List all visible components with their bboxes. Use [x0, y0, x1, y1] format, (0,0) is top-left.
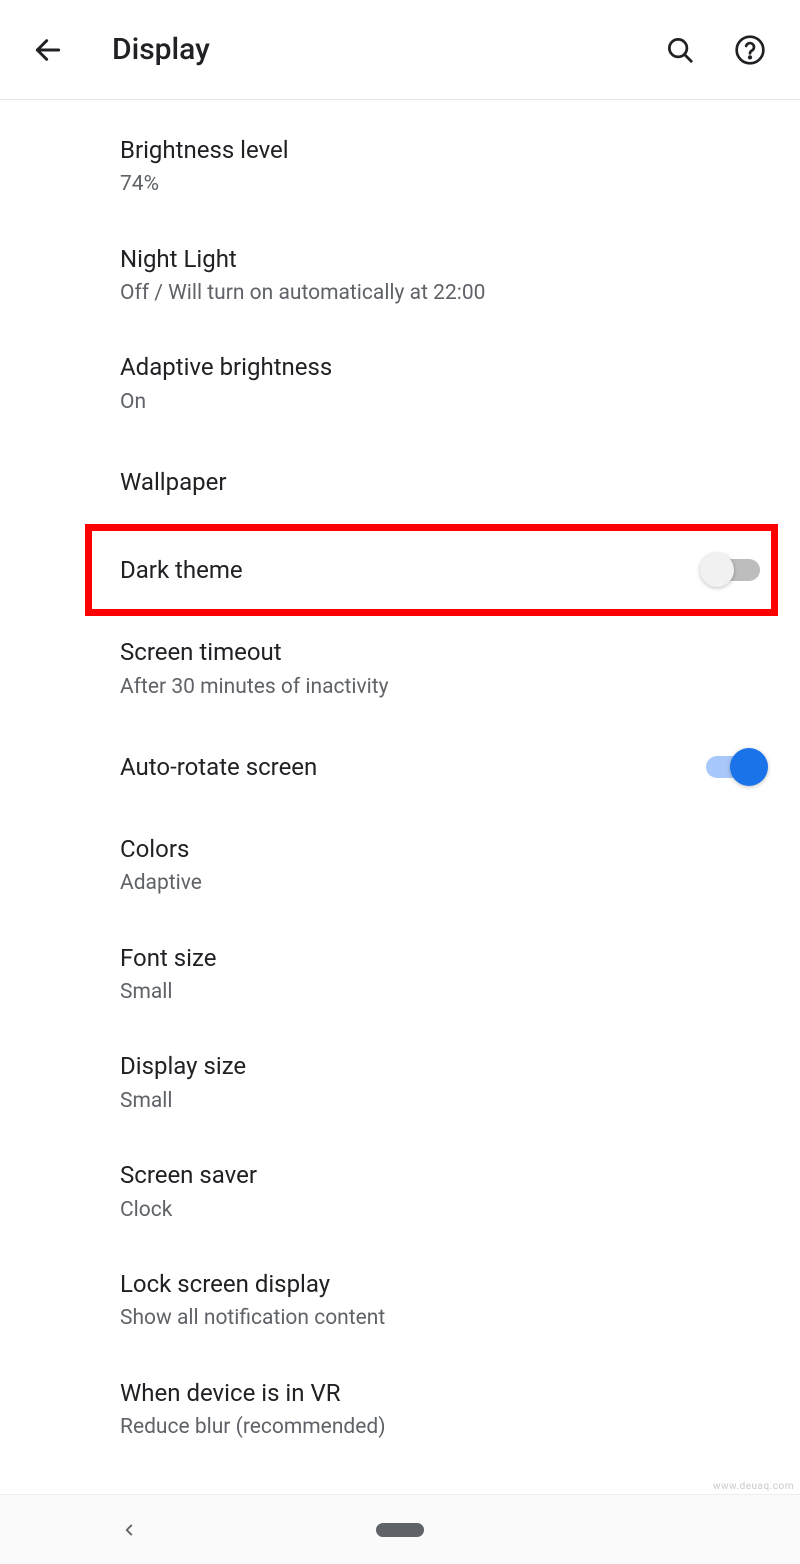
setting-row-lock-screen-display[interactable]: Lock screen display Show all notification…	[0, 1246, 800, 1355]
back-button[interactable]	[24, 26, 72, 74]
search-button[interactable]	[654, 24, 706, 76]
toggle-knob	[700, 553, 734, 587]
toggle-knob	[730, 748, 768, 786]
help-icon	[734, 34, 766, 66]
setting-row-screen-timeout[interactable]: Screen timeout After 30 minutes of inacti…	[0, 614, 800, 723]
toggle-auto-rotate[interactable]	[706, 756, 760, 778]
setting-text: Dark theme	[120, 554, 706, 586]
setting-text: Screen timeout After 30 minutes of inacti…	[120, 636, 760, 701]
setting-row-adaptive-brightness[interactable]: Adaptive brightness On	[0, 329, 800, 438]
setting-title: Font size	[120, 942, 740, 974]
setting-title: Lock screen display	[120, 1268, 740, 1300]
setting-text: When device is in VR Reduce blur (recomme…	[120, 1377, 760, 1442]
setting-subtitle: Clock	[120, 1196, 740, 1224]
setting-title: Night Light	[120, 243, 740, 275]
setting-text: Wallpaper	[120, 466, 760, 498]
setting-subtitle: Small	[120, 978, 740, 1006]
setting-text: Lock screen display Show all notification…	[120, 1268, 760, 1333]
toggle-dark-theme[interactable]	[706, 559, 760, 581]
setting-text: Font size Small	[120, 942, 760, 1007]
setting-subtitle: Show all notification content	[120, 1304, 740, 1332]
settings-list: Brightness level 74% Night Light Off / Will…	[0, 100, 800, 1563]
setting-title: Screen timeout	[120, 636, 740, 668]
setting-row-wallpaper[interactable]: Wallpaper	[0, 438, 800, 526]
setting-subtitle: Off / Will turn on automatically at 22:0…	[120, 279, 740, 307]
setting-subtitle: Reduce blur (recommended)	[120, 1413, 740, 1441]
help-button[interactable]	[724, 24, 776, 76]
setting-row-brightness-level[interactable]: Brightness level 74%	[0, 112, 800, 221]
setting-text: Auto-rotate screen	[120, 751, 706, 783]
setting-title: When device is in VR	[120, 1377, 740, 1409]
setting-text: Colors Adaptive	[120, 833, 760, 898]
nav-home-pill[interactable]	[376, 1523, 424, 1537]
page-title: Display	[112, 32, 636, 67]
setting-subtitle: 74%	[120, 170, 740, 198]
setting-subtitle: Small	[120, 1087, 740, 1115]
setting-row-night-light[interactable]: Night Light Off / Will turn on automatica…	[0, 221, 800, 330]
setting-title: Auto-rotate screen	[120, 751, 686, 783]
setting-text: Brightness level 74%	[120, 134, 760, 199]
app-bar: Display	[0, 0, 800, 100]
nav-back-button[interactable]	[117, 1518, 141, 1542]
setting-row-screen-saver[interactable]: Screen saver Clock	[0, 1137, 800, 1246]
setting-text: Screen saver Clock	[120, 1159, 760, 1224]
setting-title: Screen saver	[120, 1159, 740, 1191]
setting-title: Colors	[120, 833, 740, 865]
setting-row-auto-rotate[interactable]: Auto-rotate screen	[0, 723, 800, 811]
setting-title: Wallpaper	[120, 466, 740, 498]
chevron-left-icon	[120, 1521, 138, 1539]
setting-title: Dark theme	[120, 554, 686, 586]
setting-text: Night Light Off / Will turn on automatica…	[120, 243, 760, 308]
arrow-back-icon	[32, 34, 64, 66]
setting-subtitle: After 30 minutes of inactivity	[120, 673, 740, 701]
setting-subtitle: On	[120, 388, 740, 416]
setting-row-font-size[interactable]: Font size Small	[0, 920, 800, 1029]
setting-text: Adaptive brightness On	[120, 351, 760, 416]
setting-row-vr-mode[interactable]: When device is in VR Reduce blur (recomme…	[0, 1355, 800, 1464]
search-icon	[665, 35, 695, 65]
setting-text: Display size Small	[120, 1050, 760, 1115]
watermark: www.deuaq.com	[713, 1481, 794, 1492]
android-nav-bar	[0, 1494, 800, 1564]
setting-subtitle: Adaptive	[120, 869, 740, 897]
setting-row-display-size[interactable]: Display size Small	[0, 1028, 800, 1137]
setting-title: Display size	[120, 1050, 740, 1082]
setting-row-colors[interactable]: Colors Adaptive	[0, 811, 800, 920]
setting-title: Adaptive brightness	[120, 351, 740, 383]
setting-title: Brightness level	[120, 134, 740, 166]
setting-row-dark-theme[interactable]: Dark theme	[0, 526, 800, 614]
